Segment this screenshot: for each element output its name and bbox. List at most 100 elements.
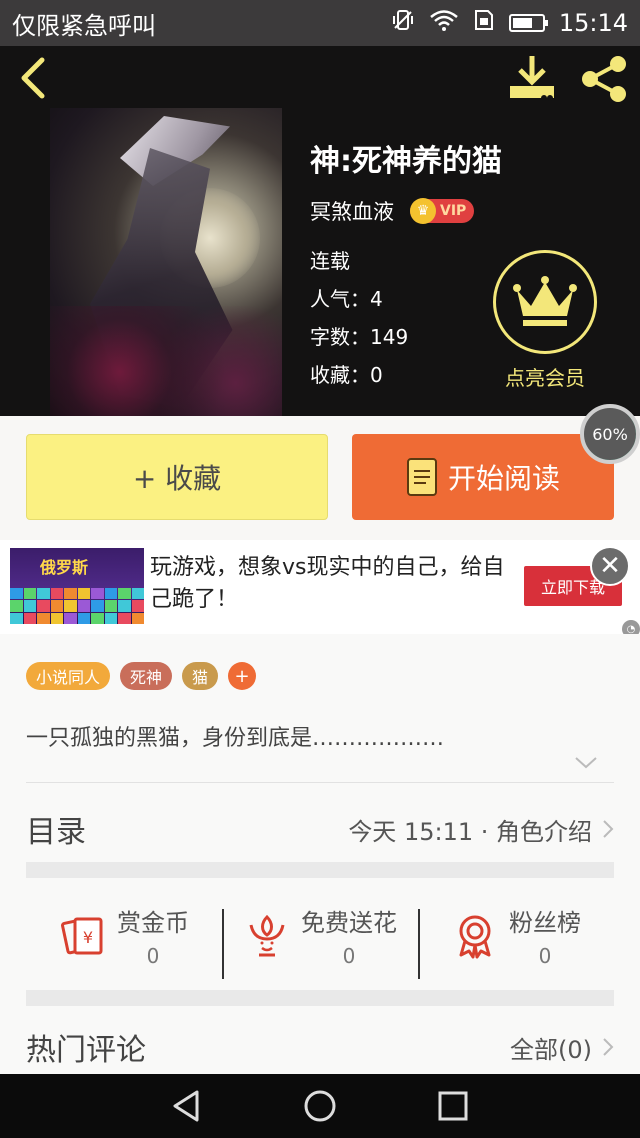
stat-label: 粉丝榜: [509, 908, 581, 937]
stat-label: 赏金币: [117, 908, 189, 937]
all-comments-link[interactable]: 全部(0): [510, 1030, 592, 1065]
member-button[interactable]: 点亮会员: [490, 250, 600, 390]
toc-latest-chapter: 今天 15:11 · 角色介绍: [348, 817, 592, 846]
tetris-block: [50, 600, 63, 612]
status-bar: 仅限紧急呼叫 15:14: [0, 0, 640, 46]
word-count-value: 149: [370, 325, 409, 349]
tetris-block: [131, 600, 144, 612]
ad-banner[interactable]: 俄罗斯 玩游戏，想象vs现实中的自己，给自己跪了！ 立即下载 ✕ ◔: [0, 540, 640, 638]
tetris-block: [91, 612, 104, 624]
tetris-block: [118, 612, 131, 624]
share-button[interactable]: [578, 54, 630, 104]
tetris-block: [118, 600, 131, 612]
nav-home-icon[interactable]: [302, 1088, 338, 1124]
add-tag-button[interactable]: +: [228, 662, 257, 690]
popularity-value: 4: [370, 287, 383, 311]
vip-label: VIP: [440, 203, 467, 219]
book-cover-image[interactable]: [50, 108, 282, 416]
back-icon: [21, 57, 45, 99]
tetris-blocks: [10, 588, 144, 624]
stat-value: 0: [146, 943, 160, 968]
download-icon: [510, 56, 554, 101]
tetris-block: [77, 588, 90, 600]
action-bar: + 收藏 开始阅读: [0, 416, 640, 540]
hot-comments-row[interactable]: 热门评论 全部(0): [26, 1022, 614, 1072]
tetris-block: [10, 612, 23, 624]
battery-icon: [508, 14, 548, 32]
send-flower-button[interactable]: 免费送花 0: [222, 903, 418, 979]
nav-back-icon[interactable]: [169, 1088, 205, 1124]
section-separator: [26, 990, 614, 1006]
fan-ranking-button[interactable]: 粉丝榜 0: [418, 903, 614, 979]
close-icon[interactable]: ✕: [590, 546, 630, 586]
tag-list: 小说同人 死神 猫 +: [26, 662, 257, 690]
share-icon: [582, 56, 626, 102]
status-icons: 15:14: [391, 8, 628, 38]
member-circle: [493, 250, 597, 354]
tetris-block: [77, 600, 90, 612]
divider: [26, 782, 614, 783]
tetris-block: [50, 612, 63, 624]
tag-0[interactable]: 小说同人: [26, 662, 111, 690]
stat-text: 赏金币 0: [117, 903, 189, 968]
tetris-block: [23, 588, 36, 600]
tetris-block: [37, 588, 50, 600]
favorite-button[interactable]: + 收藏: [26, 434, 328, 520]
tetris-block: [37, 600, 50, 612]
author-name[interactable]: 冥煞血液: [310, 196, 394, 226]
ad-thumbnail[interactable]: 俄罗斯: [10, 548, 144, 624]
clock: 15:14: [558, 9, 628, 37]
toc-title: 目录: [26, 815, 86, 850]
reward-coin-button[interactable]: ¥ 赏金币 0: [26, 903, 222, 968]
tetris-block: [23, 612, 36, 624]
svg-text:¥: ¥: [83, 928, 93, 947]
book-header: 神:死神养的猫 冥煞血液 ♛ VIP 连载 人气：4 字数：149 收藏：0 点…: [0, 46, 640, 416]
tag-2[interactable]: 猫: [182, 662, 219, 690]
tetris-block: [104, 588, 117, 600]
word-count-row: 字数：149: [310, 318, 408, 356]
ad-thumb-logo: 俄罗斯: [40, 558, 89, 577]
system-nav-bar: [0, 1074, 640, 1138]
tetris-block: [104, 600, 117, 612]
book-info-list: 连载 人气：4 字数：149 收藏：0: [310, 242, 408, 394]
tetris-block: [131, 588, 144, 600]
stat-value: 0: [538, 943, 552, 968]
author-row: 冥煞血液 ♛ VIP: [310, 196, 475, 226]
ad-text[interactable]: 玩游戏，想象vs现实中的自己，给自己跪了！: [150, 552, 510, 616]
progress-float[interactable]: 60%: [580, 404, 640, 464]
section-separator: [26, 862, 614, 878]
crown-icon: ♛: [410, 198, 436, 224]
start-reading-button[interactable]: 开始阅读: [352, 434, 614, 520]
medal-icon: [459, 915, 491, 959]
wifi-icon: [429, 8, 459, 38]
tetris-block: [37, 612, 50, 624]
tetris-block: [91, 588, 104, 600]
serial-status: 连载: [310, 249, 350, 273]
download-button[interactable]: [506, 54, 558, 102]
tetris-block: [91, 600, 104, 612]
vip-badge: ♛ VIP: [410, 198, 475, 224]
popularity-label: 人气：: [310, 287, 370, 311]
cover-petals: [50, 306, 282, 416]
carrier-text: 仅限紧急呼叫: [12, 11, 156, 40]
vibrate-icon: [391, 8, 415, 38]
chevron-right-icon: [603, 820, 614, 838]
tetris-block: [10, 588, 23, 600]
tag-1[interactable]: 死神: [120, 662, 173, 690]
stats-row: ¥ 赏金币 0 免费送花 0 粉丝榜 0: [26, 892, 614, 979]
tetris-block: [77, 612, 90, 624]
back-button[interactable]: [14, 56, 54, 100]
stat-text: 免费送花 0: [301, 903, 397, 968]
tetris-block: [104, 612, 117, 624]
toc-row[interactable]: 目录 今天 15:11 · 角色介绍: [26, 794, 614, 864]
tetris-block: [118, 588, 131, 600]
hot-comments-title: 热门评论: [26, 1033, 146, 1068]
favorites-value: 0: [370, 363, 383, 387]
chevron-down-icon[interactable]: [574, 756, 598, 770]
crown-icon: [513, 276, 577, 326]
tetris-block: [64, 588, 77, 600]
detail-section: 小说同人 死神 猫 + 一只孤独的黑猫，身份到底是……………… 目录 今天 15…: [0, 634, 640, 1074]
book-icon: [406, 458, 437, 496]
favorites-row: 收藏：0: [310, 356, 408, 394]
nav-recents-icon[interactable]: [435, 1088, 471, 1124]
